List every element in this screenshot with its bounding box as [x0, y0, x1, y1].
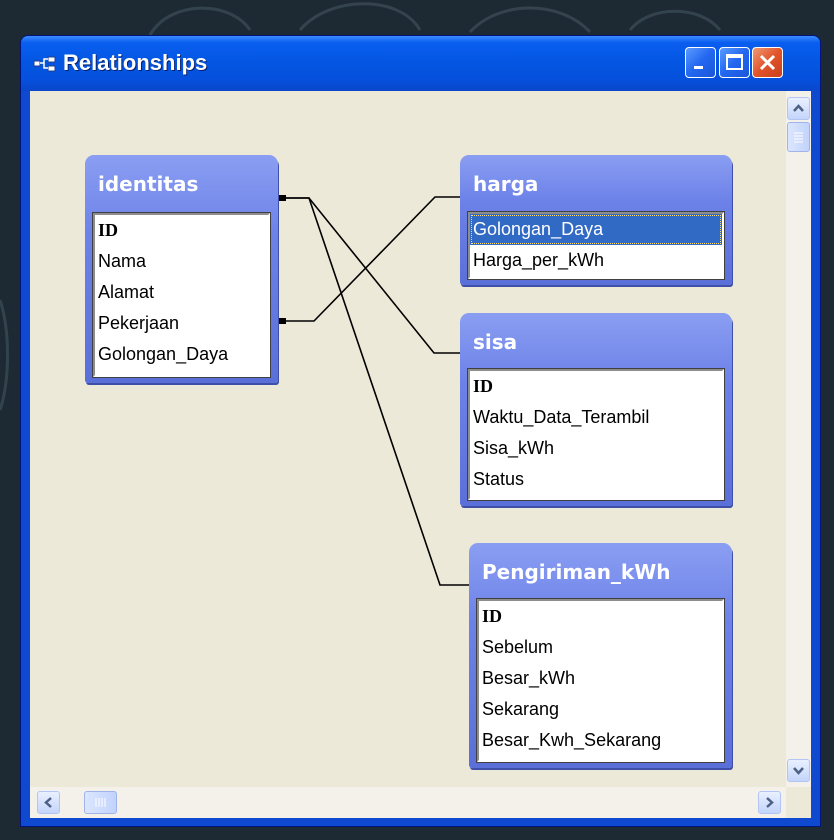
relationship-line-identitas-harga [281, 196, 463, 322]
field-alamat[interactable]: Alamat [95, 277, 268, 308]
field-golongan-daya[interactable]: Golongan_Daya [470, 214, 722, 245]
table-title: Pengiriman_kWh [482, 560, 671, 584]
field-list: ID Nama Alamat Pekerjaan Golongan_Daya [92, 212, 271, 378]
scroll-right-button[interactable] [758, 791, 781, 814]
chevron-left-icon [44, 797, 52, 808]
close-button[interactable] [752, 47, 783, 78]
field-besar-kwh[interactable]: Besar_kWh [479, 663, 722, 694]
table-sisa[interactable]: sisa ID Waktu_Data_Terambil Sisa_kWh Sta… [460, 313, 732, 506]
scroll-down-button[interactable] [787, 759, 810, 782]
relationships-icon [33, 56, 56, 72]
horizontal-scrollbar[interactable] [30, 787, 786, 818]
table-title: sisa [473, 330, 518, 354]
grip-icon [794, 132, 803, 143]
table-identitas[interactable]: identitas ID Nama Alamat Pekerjaan Golon… [85, 155, 278, 383]
scroll-left-button[interactable] [37, 791, 60, 814]
field-harga-per-kwh[interactable]: Harga_per_kWh [470, 245, 722, 276]
relationships-window: Relationships identitas ID Nama Alamat P… [20, 35, 821, 827]
maximize-icon [726, 54, 743, 70]
horizontal-scroll-thumb[interactable] [84, 791, 117, 814]
field-id[interactable]: ID [479, 601, 722, 632]
scrollbar-corner [786, 787, 811, 818]
field-waktu-data-terambil[interactable]: Waktu_Data_Terambil [470, 402, 722, 433]
field-golongan-daya[interactable]: Golongan_Daya [95, 339, 268, 370]
field-sisa-kwh[interactable]: Sisa_kWh [470, 433, 722, 464]
minimize-icon [694, 66, 703, 69]
field-sekarang[interactable]: Sekarang [479, 694, 722, 725]
vertical-scroll-thumb[interactable] [787, 122, 810, 152]
field-nama[interactable]: Nama [95, 246, 268, 277]
close-icon [759, 54, 776, 71]
table-harga[interactable]: harga Golongan_Daya Harga_per_kWh [460, 155, 732, 285]
title-bar[interactable]: Relationships [21, 36, 820, 91]
relationships-workspace[interactable]: identitas ID Nama Alamat Pekerjaan Golon… [30, 91, 811, 818]
minimize-button[interactable] [685, 47, 716, 78]
chevron-right-icon [766, 797, 774, 808]
relationship-line-identitas-sisa [281, 197, 463, 354]
field-id[interactable]: ID [470, 371, 722, 402]
table-title: harga [473, 172, 539, 196]
field-status[interactable]: Status [470, 464, 722, 495]
field-besar-kwh-sekarang[interactable]: Besar_Kwh_Sekarang [479, 725, 722, 756]
field-list: ID Sebelum Besar_kWh Sekarang Besar_Kwh_… [476, 598, 725, 763]
maximize-button[interactable] [719, 47, 750, 78]
table-pengiriman-kwh[interactable]: Pengiriman_kWh ID Sebelum Besar_kWh Seka… [469, 543, 732, 768]
field-sebelum[interactable]: Sebelum [479, 632, 722, 663]
vertical-scrollbar[interactable] [786, 91, 811, 787]
grip-icon [95, 798, 106, 807]
field-list: Golongan_Daya Harga_per_kWh [467, 211, 725, 280]
field-id[interactable]: ID [95, 215, 268, 246]
chevron-down-icon [793, 767, 804, 775]
relationship-line-identitas-pengiriman [281, 197, 472, 586]
window-title: Relationships [63, 50, 208, 75]
field-pekerjaan[interactable]: Pekerjaan [95, 308, 268, 339]
scroll-up-button[interactable] [787, 97, 810, 120]
chevron-up-icon [793, 104, 804, 112]
field-list: ID Waktu_Data_Terambil Sisa_kWh Status [467, 368, 725, 501]
table-title: identitas [98, 172, 199, 196]
